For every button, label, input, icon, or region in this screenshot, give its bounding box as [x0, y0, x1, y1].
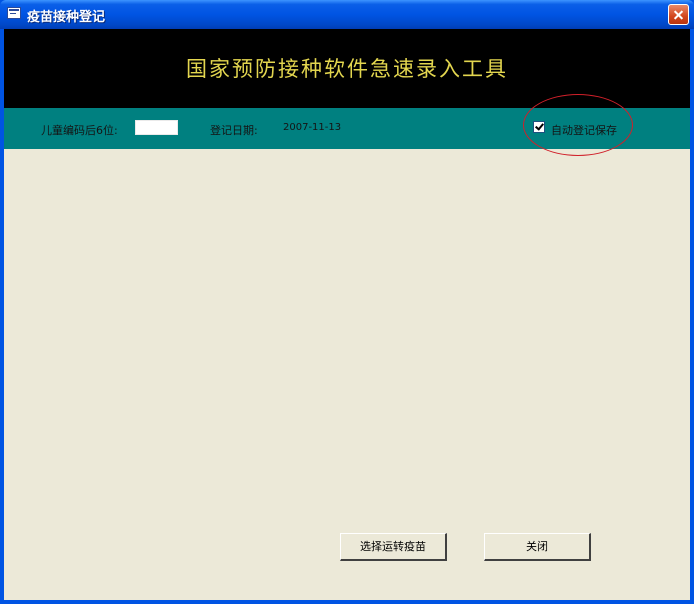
banner-title: 国家预防接种软件急速录入工具 [186, 57, 508, 81]
registration-date-value: 2007-11-13 [283, 122, 342, 133]
child-code-label: 儿童编码后6位: [41, 124, 118, 137]
title-bar[interactable]: 疫苗接种登记 [0, 0, 694, 29]
close-button[interactable]: 关闭 [484, 533, 591, 561]
highlight-ellipse [523, 94, 633, 156]
registration-date-label: 登记日期: [210, 124, 258, 137]
form-body: 国家预防接种软件急速录入工具 儿童编码后6位: 登记日期: 2007-11-13… [4, 29, 690, 600]
app-window: 疫苗接种登记 国家预防接种软件急速录入工具 儿童编码后6位: 登记日期: 200… [0, 0, 694, 604]
select-vaccine-button[interactable]: 选择运转疫苗 [340, 533, 447, 561]
child-code-input[interactable] [135, 120, 178, 135]
form-window-icon [7, 7, 21, 19]
window-title: 疫苗接种登记 [27, 10, 106, 25]
close-window-button[interactable] [668, 4, 689, 25]
